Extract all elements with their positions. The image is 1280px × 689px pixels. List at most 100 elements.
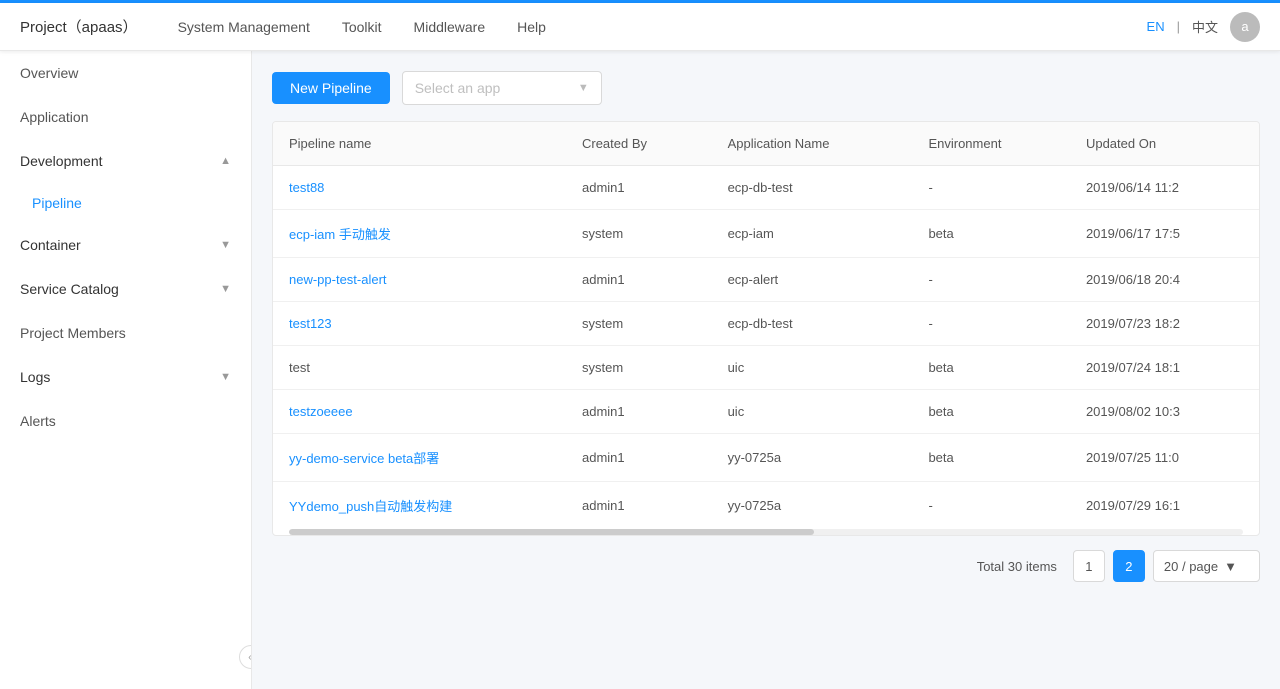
- table-row: testzoeeeeadmin1uicbeta2019/08/02 10:3: [273, 390, 1259, 434]
- environment-cell: -: [912, 258, 1070, 302]
- environment-cell: -: [912, 482, 1070, 530]
- updated-on-cell: 2019/06/14 11:2: [1070, 166, 1259, 210]
- select-app-dropdown[interactable]: Select an app ▼: [402, 71, 602, 105]
- col-pipeline-name: Pipeline name: [273, 122, 566, 166]
- sidebar-item-logs[interactable]: Logs ▼: [0, 355, 251, 399]
- sidebar-item-service-catalog[interactable]: Service Catalog ▼: [0, 267, 251, 311]
- app-name-cell: ecp-db-test: [712, 302, 913, 346]
- nav-items: System Management Toolkit Middleware Hel…: [178, 15, 1147, 39]
- sidebar-collapse-button[interactable]: «: [239, 645, 252, 669]
- created-by-cell: admin1: [566, 390, 712, 434]
- updated-on-cell: 2019/06/18 20:4: [1070, 258, 1259, 302]
- sidebar-item-pipeline[interactable]: Pipeline: [0, 183, 251, 223]
- chevron-up-icon: ▲: [220, 155, 231, 167]
- created-by-cell: system: [566, 302, 712, 346]
- select-arrow-icon: ▼: [578, 82, 589, 94]
- main-content: New Pipeline Select an app ▼ Pipeline na…: [252, 51, 1280, 689]
- created-by-cell: admin1: [566, 482, 712, 530]
- table-header: Pipeline name Created By Application Nam…: [273, 122, 1259, 166]
- table-row: YYdemo_push自动触发构建admin1yy-0725a-2019/07/…: [273, 482, 1259, 530]
- table-row: testsystemuicbeta2019/07/24 18:1: [273, 346, 1259, 390]
- col-environment: Environment: [912, 122, 1070, 166]
- created-by-cell: system: [566, 210, 712, 258]
- environment-cell: -: [912, 166, 1070, 210]
- pipeline-name-cell[interactable]: new-pp-test-alert: [273, 258, 566, 302]
- chevron-down-icon-container: ▼: [220, 239, 231, 251]
- chevron-down-icon-service: ▼: [220, 283, 231, 295]
- page-1-button[interactable]: 1: [1073, 550, 1105, 582]
- environment-cell: beta: [912, 434, 1070, 482]
- updated-on-cell: 2019/07/25 11:0: [1070, 434, 1259, 482]
- nav-middleware[interactable]: Middleware: [414, 15, 486, 39]
- pagination: Total 30 items 1 2 20 / page ▼: [272, 536, 1260, 582]
- environment-cell: beta: [912, 210, 1070, 258]
- app-name-cell: uic: [712, 346, 913, 390]
- pipeline-name-cell[interactable]: test123: [273, 302, 566, 346]
- scrollbar-thumb: [289, 529, 814, 535]
- brand-logo: Project（apaas）: [20, 16, 138, 37]
- col-created-by: Created By: [566, 122, 712, 166]
- app-name-cell: ecp-alert: [712, 258, 913, 302]
- sidebar-item-project-members[interactable]: Project Members: [0, 311, 251, 355]
- sidebar: Overview Application Development ▲ Pipel…: [0, 51, 252, 689]
- pipeline-name-cell[interactable]: testzoeeee: [273, 390, 566, 434]
- table-row: new-pp-test-alertadmin1ecp-alert-2019/06…: [273, 258, 1259, 302]
- pagination-total: Total 30 items: [977, 559, 1057, 574]
- chevron-down-icon-logs: ▼: [220, 371, 231, 383]
- table-header-row: Pipeline name Created By Application Nam…: [273, 122, 1259, 166]
- col-app-name: Application Name: [712, 122, 913, 166]
- nav-toolkit[interactable]: Toolkit: [342, 15, 382, 39]
- updated-on-cell: 2019/06/17 17:5: [1070, 210, 1259, 258]
- created-by-cell: admin1: [566, 258, 712, 302]
- app-name-cell: ecp-db-test: [712, 166, 913, 210]
- table-row: test88admin1ecp-db-test-2019/06/14 11:2: [273, 166, 1259, 210]
- pipeline-table: Pipeline name Created By Application Nam…: [272, 121, 1260, 536]
- app-name-cell: ecp-iam: [712, 210, 913, 258]
- page-2-button[interactable]: 2: [1113, 550, 1145, 582]
- pipeline-name-cell[interactable]: test88: [273, 166, 566, 210]
- layout: Overview Application Development ▲ Pipel…: [0, 51, 1280, 689]
- sidebar-item-container[interactable]: Container ▼: [0, 223, 251, 267]
- page-size-selector[interactable]: 20 / page ▼: [1153, 550, 1260, 582]
- app-name-cell: yy-0725a: [712, 482, 913, 530]
- pipeline-name-cell[interactable]: YYdemo_push自动触发构建: [273, 482, 566, 530]
- environment-cell: beta: [912, 346, 1070, 390]
- table-row: test123systemecp-db-test-2019/07/23 18:2: [273, 302, 1259, 346]
- lang-en[interactable]: EN: [1147, 19, 1165, 34]
- updated-on-cell: 2019/07/29 16:1: [1070, 482, 1259, 530]
- new-pipeline-button[interactable]: New Pipeline: [272, 72, 390, 104]
- table-body: test88admin1ecp-db-test-2019/06/14 11:2e…: [273, 166, 1259, 530]
- table-row: ecp-iam 手动触发systemecp-iambeta2019/06/17 …: [273, 210, 1259, 258]
- nav-help[interactable]: Help: [517, 15, 546, 39]
- page-size-arrow-icon: ▼: [1224, 559, 1237, 574]
- toolbar: New Pipeline Select an app ▼: [272, 71, 1260, 105]
- created-by-cell: system: [566, 346, 712, 390]
- updated-on-cell: 2019/07/23 18:2: [1070, 302, 1259, 346]
- nav-right: EN | 中文 a: [1147, 12, 1260, 42]
- sidebar-item-alerts[interactable]: Alerts: [0, 399, 251, 443]
- environment-cell: -: [912, 302, 1070, 346]
- nav-system-management[interactable]: System Management: [178, 15, 310, 39]
- app-name-cell: yy-0725a: [712, 434, 913, 482]
- table-row: yy-demo-service beta部署admin1yy-0725abeta…: [273, 434, 1259, 482]
- pipeline-name-cell[interactable]: ecp-iam 手动触发: [273, 210, 566, 258]
- avatar[interactable]: a: [1230, 12, 1260, 42]
- horizontal-scrollbar[interactable]: [289, 529, 1243, 535]
- sidebar-item-development[interactable]: Development ▲: [0, 139, 251, 183]
- col-updated-on: Updated On: [1070, 122, 1259, 166]
- top-nav: Project（apaas） System Management Toolkit…: [0, 3, 1280, 51]
- lang-zh[interactable]: 中文: [1192, 17, 1218, 36]
- select-app-placeholder: Select an app: [415, 80, 501, 96]
- environment-cell: beta: [912, 390, 1070, 434]
- updated-on-cell: 2019/08/02 10:3: [1070, 390, 1259, 434]
- updated-on-cell: 2019/07/24 18:1: [1070, 346, 1259, 390]
- created-by-cell: admin1: [566, 434, 712, 482]
- sidebar-item-application[interactable]: Application: [0, 95, 251, 139]
- pipeline-data-table: Pipeline name Created By Application Nam…: [273, 122, 1259, 529]
- sidebar-item-overview[interactable]: Overview: [0, 51, 251, 95]
- pipeline-name-cell[interactable]: yy-demo-service beta部署: [273, 434, 566, 482]
- app-name-cell: uic: [712, 390, 913, 434]
- lang-separator: |: [1177, 19, 1180, 34]
- pipeline-name-cell: test: [273, 346, 566, 390]
- created-by-cell: admin1: [566, 166, 712, 210]
